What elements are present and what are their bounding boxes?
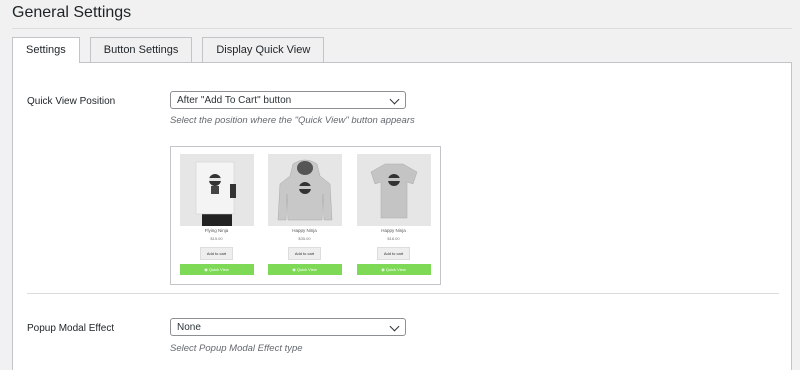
quick-view-preview-image: Flying Ninja $15.00 Add to cart ◉ Quick … [170, 146, 441, 285]
add-to-cart-button: Add to cart [200, 247, 233, 260]
quick-view-position-description: Select the position where the "Quick Vie… [170, 115, 415, 126]
popup-modal-effect-value: None [177, 322, 201, 333]
quick-view-position-label: Quick View Position [27, 96, 116, 107]
quick-view-button: ◉ Quick View [356, 264, 431, 275]
tab-display-quick-view[interactable]: Display Quick View [202, 37, 325, 62]
popup-modal-effect-select[interactable]: None [170, 318, 406, 336]
chevron-down-icon [389, 321, 400, 332]
preview-product: Happy Ninja $18.00 Add to cart ◉ Quick V… [356, 154, 431, 275]
settings-tabs: Settings Button Settings Display Quick V… [12, 37, 334, 63]
product-image-poster [179, 154, 254, 226]
product-price: $18.00 [387, 236, 400, 241]
popup-modal-effect-description: Select Popup Modal Effect type [170, 343, 303, 354]
settings-panel: Quick View Position After "Add To Cart" … [12, 62, 792, 370]
preview-product: Happy Ninja $35.00 Add to cart ◉ Quick V… [267, 154, 342, 275]
product-price: $15.00 [210, 236, 223, 241]
tab-button-settings[interactable]: Button Settings [89, 37, 193, 62]
product-image-tshirt [356, 154, 431, 226]
product-name: Happy Ninja [381, 228, 406, 233]
product-name: Flying Ninja [204, 228, 229, 233]
product-price: $35.00 [298, 236, 311, 241]
popup-modal-effect-label: Popup Modal Effect [27, 323, 115, 334]
quick-view-button: ◉ Quick View [267, 264, 342, 275]
title-divider [12, 28, 792, 29]
preview-product: Flying Ninja $15.00 Add to cart ◉ Quick … [179, 154, 254, 275]
product-image-hoodie [267, 154, 342, 226]
product-name: Happy Ninja [292, 228, 317, 233]
tab-settings[interactable]: Settings [12, 37, 80, 63]
page-title: General Settings [12, 4, 132, 21]
section-divider [27, 293, 779, 294]
chevron-down-icon [389, 94, 400, 105]
quick-view-button: ◉ Quick View [179, 264, 254, 275]
quick-view-position-value: After "Add To Cart" button [177, 95, 292, 106]
add-to-cart-button: Add to cart [288, 247, 321, 260]
add-to-cart-button: Add to cart [377, 247, 410, 260]
quick-view-position-select[interactable]: After "Add To Cart" button [170, 91, 406, 109]
